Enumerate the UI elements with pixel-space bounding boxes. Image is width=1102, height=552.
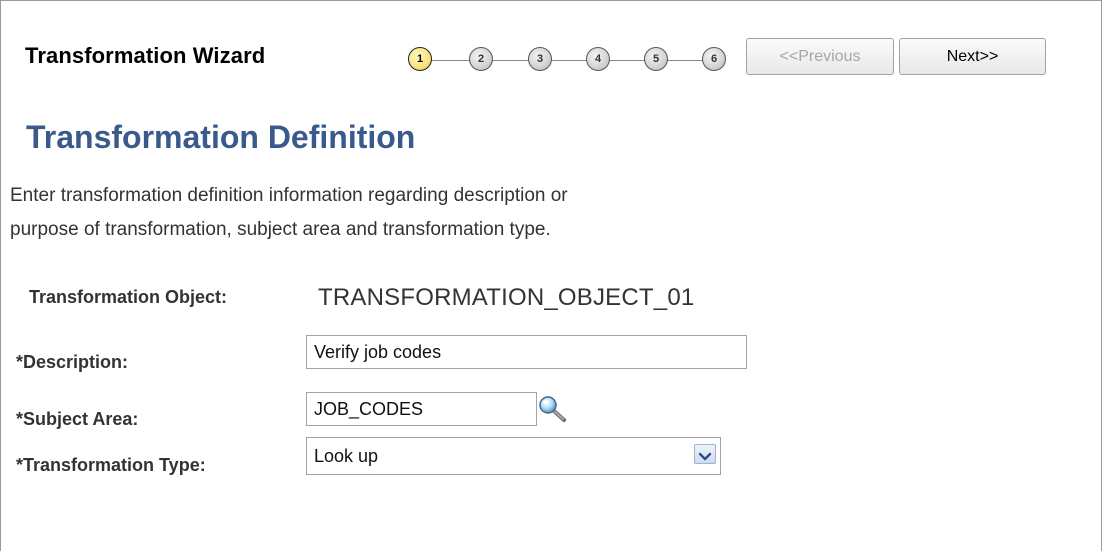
next-button[interactable]: Next>> bbox=[899, 38, 1046, 75]
chevron-down-icon[interactable] bbox=[694, 444, 716, 464]
step-1[interactable]: 1 bbox=[408, 47, 432, 71]
step-6[interactable]: 6 bbox=[702, 47, 726, 71]
instructions-line-1: Enter transformation definition informat… bbox=[10, 185, 568, 206]
magnifier-icon[interactable] bbox=[537, 395, 567, 423]
transformation-type-value: Look up bbox=[314, 446, 379, 466]
wizard-title: Transformation Wizard bbox=[25, 43, 266, 68]
instructions: Enter transformation definition informat… bbox=[10, 179, 790, 247]
step-4[interactable]: 4 bbox=[586, 47, 610, 71]
subject-area-field[interactable]: JOB_CODES bbox=[306, 392, 537, 426]
subject-area-label: *Subject Area: bbox=[16, 409, 139, 429]
page-title: Transformation Definition bbox=[26, 119, 416, 155]
step-2[interactable]: 2 bbox=[469, 47, 493, 71]
instructions-line-2: purpose of transformation, subject area … bbox=[10, 219, 551, 240]
transformation-type-label: *Transformation Type: bbox=[16, 455, 206, 475]
previous-button[interactable]: <<Previous bbox=[746, 38, 894, 75]
step-3[interactable]: 3 bbox=[528, 47, 552, 71]
transformation-object-value: TRANSFORMATION_OBJECT_01 bbox=[318, 284, 695, 311]
description-field[interactable]: Verify job codes bbox=[306, 335, 747, 369]
wizard-steps: 1 2 3 4 5 6 bbox=[405, 47, 735, 75]
description-label: *Description: bbox=[16, 352, 129, 372]
transformation-type-select[interactable]: Look up bbox=[306, 437, 721, 475]
transformation-object-label: Transformation Object: bbox=[29, 287, 228, 307]
step-5[interactable]: 5 bbox=[644, 47, 668, 71]
